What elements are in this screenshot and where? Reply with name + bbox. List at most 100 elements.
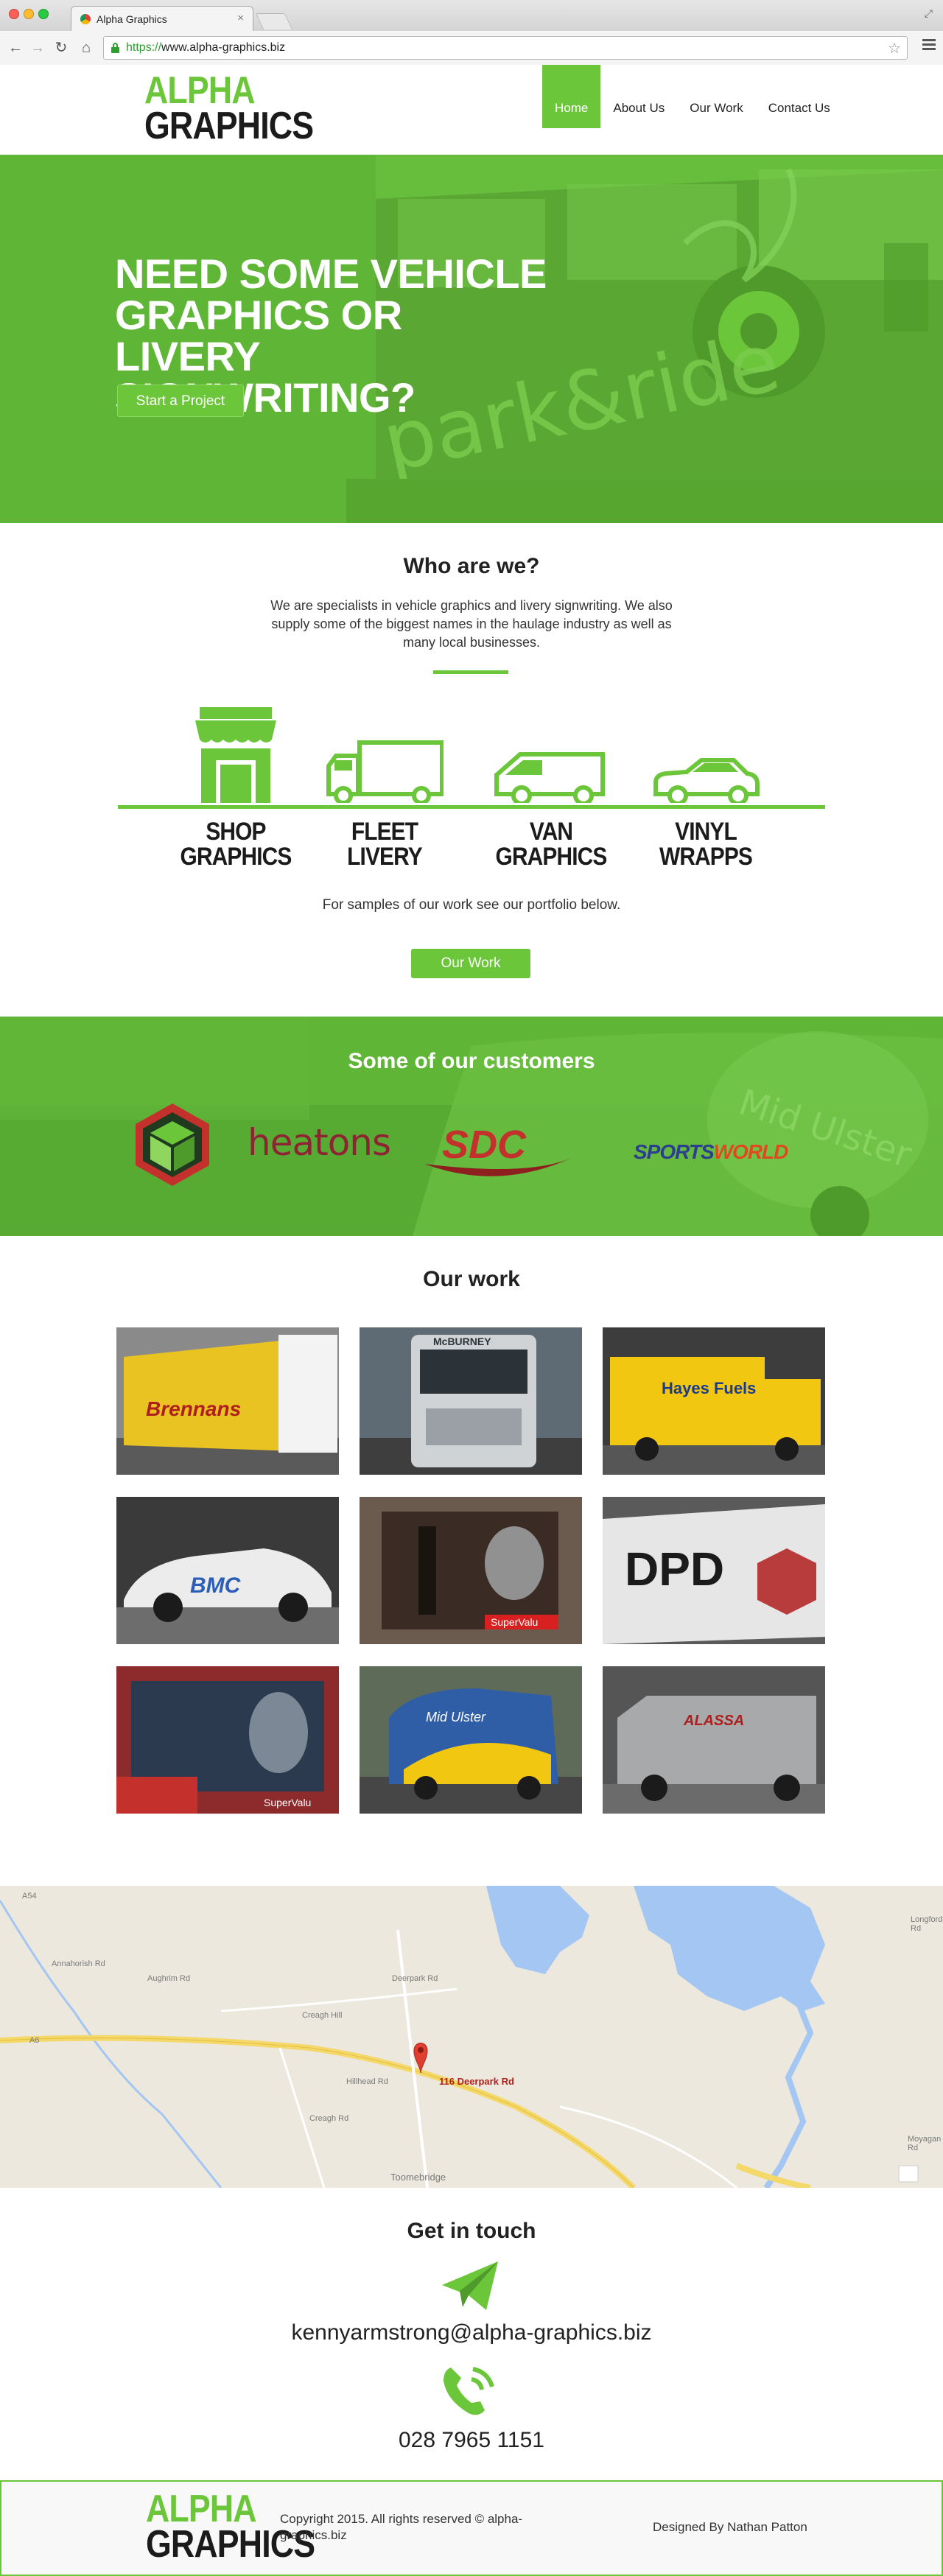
- site-header: ALPHA GRAPHICS Home About Us Our Work Co…: [0, 65, 943, 155]
- browser-chrome: Alpha Graphics × ⤢ ← → ↻ ⌂ https://www.a…: [0, 0, 943, 65]
- work-thumb-supervalu-window[interactable]: SuperValu: [116, 1666, 339, 1814]
- tab-close-icon[interactable]: ×: [237, 12, 244, 24]
- work-thumb-supervalu-wine[interactable]: SuperValu: [360, 1497, 582, 1644]
- map-address-label: 116 Deerpark Rd: [439, 2076, 514, 2087]
- service-label: VINYL WRAPPS: [659, 818, 753, 871]
- address-bar[interactable]: https://www.alpha-graphics.biz ☆: [103, 36, 908, 60]
- contact-phone[interactable]: 028 7965 1151: [0, 2428, 943, 2453]
- work-thumb-bmc[interactable]: BMC: [116, 1497, 339, 1644]
- work-thumb-alassa[interactable]: ALASSA: [603, 1666, 825, 1814]
- nav-our-work[interactable]: Our Work: [677, 65, 755, 128]
- start-project-button[interactable]: Start a Project: [117, 385, 244, 417]
- logo-line-1: ALPHA: [144, 69, 256, 112]
- car-icon: [653, 758, 760, 803]
- hero-banner: park&ride NEED SOME VEHICLE GRAPHICS OR …: [0, 155, 943, 523]
- nav-about-us[interactable]: About Us: [600, 65, 677, 128]
- nav-home[interactable]: Home: [542, 65, 601, 128]
- services-row: SHOP GRAPHICS FLEET LIVERY VAN GRAPHICS VIN…: [118, 707, 825, 869]
- map-place: Annahorish Rd: [52, 1959, 105, 1968]
- service-label: VAN GRAPHICS: [495, 818, 608, 871]
- map-place: Aughrim Rd: [147, 1974, 191, 1983]
- who-title: Who are we?: [403, 554, 540, 578]
- service-fleet-livery: FLEET LIVERY: [311, 707, 458, 869]
- new-tab-button[interactable]: [255, 13, 293, 29]
- who-text: We are specialists in vehicle graphics a…: [270, 598, 673, 650]
- fullscreen-icon[interactable]: ⤢: [925, 7, 933, 20]
- service-label: SHOP GRAPHICS: [180, 818, 292, 871]
- sdc-logo: SDC: [424, 1123, 575, 1176]
- svg-text:Mid Ulster: Mid Ulster: [426, 1710, 486, 1724]
- heatons-logo: heatons: [248, 1121, 391, 1164]
- map-place: Creagh Rd: [309, 2114, 349, 2123]
- url-host: www.alpha-graphics.biz: [161, 41, 286, 54]
- designed-by-text: Designed By Nathan Patton: [653, 2520, 807, 2534]
- svg-text:ALASSA: ALASSA: [683, 1713, 744, 1729]
- svg-text:McBURNEY: McBURNEY: [433, 1336, 491, 1347]
- truck-icon: [326, 740, 444, 803]
- star-icon[interactable]: ☆: [888, 39, 901, 57]
- map-place: Longford Rd: [911, 1915, 943, 1933]
- work-thumb-mcburney[interactable]: McBURNEY: [360, 1327, 582, 1475]
- back-icon[interactable]: ←: [6, 38, 25, 57]
- favicon-icon: [80, 14, 91, 24]
- url-scheme: https://: [126, 41, 162, 54]
- tab-title: Alpha Graphics: [97, 13, 167, 25]
- site-footer: ALPHA GRAPHICS Copyright 2015. All right…: [0, 2480, 943, 2576]
- sportsworld-logo: SPORTSWORLD: [634, 1140, 788, 1163]
- contact-title: Get in touch: [407, 2219, 536, 2243]
- map-place: Creagh Hill: [302, 2011, 343, 2020]
- menu-icon[interactable]: [922, 39, 936, 51]
- home-icon[interactable]: ⌂: [77, 38, 96, 57]
- customers-section: Mid Ulster Some of our customers heatons…: [0, 1017, 943, 1236]
- service-vinyl-wrapps: VINYL WRAPPS: [632, 707, 779, 869]
- our-work-button[interactable]: Our Work: [411, 949, 530, 978]
- work-title: Our work: [423, 1267, 520, 1291]
- svg-text:Hayes Fuels: Hayes Fuels: [662, 1379, 756, 1397]
- browser-toolbar: ← → ↻ ⌂ https://www.alpha-graphics.biz ☆: [0, 31, 943, 65]
- map-place: Hillhead Rd: [346, 2077, 388, 2086]
- svg-text:SDC: SDC: [442, 1123, 527, 1167]
- tab-strip: Alpha Graphics × ⤢: [0, 0, 943, 31]
- van-icon: [494, 752, 605, 803]
- url-text[interactable]: https://www.alpha-graphics.biz: [126, 41, 285, 55]
- phone-icon: [444, 2367, 494, 2415]
- zoom-window-button[interactable]: [38, 9, 49, 19]
- map-place: Deerpark Rd: [392, 1974, 438, 1983]
- svg-text:DPD: DPD: [625, 1543, 724, 1596]
- minimize-window-button[interactable]: [24, 9, 34, 19]
- section-divider: [433, 670, 508, 674]
- lock-icon: [111, 43, 119, 53]
- map-canvas: [0, 1886, 943, 2188]
- shop-icon: [195, 707, 276, 803]
- service-van-graphics: VAN GRAPHICS: [477, 707, 625, 869]
- box-logo-icon: [136, 1103, 209, 1186]
- map-place: Toomebridge: [390, 2172, 446, 2183]
- nav-contact-us[interactable]: Contact Us: [756, 65, 843, 128]
- contact-email[interactable]: kennyarmstrong@alpha-graphics.biz: [0, 2320, 943, 2345]
- copyright-text: Copyright 2015. All rights reserved © al…: [280, 2512, 523, 2542]
- service-label: FLEET LIVERY: [347, 818, 423, 871]
- paper-plane-icon: [442, 2261, 498, 2310]
- reload-icon[interactable]: ↻: [52, 38, 71, 57]
- svg-text:Brennans: Brennans: [146, 1397, 241, 1420]
- main-nav: Home About Us Our Work Contact Us: [542, 65, 843, 128]
- services-baseline: [118, 805, 825, 809]
- map-place: A54: [22, 1892, 37, 1901]
- work-thumb-hayes-fuels[interactable]: Hayes Fuels: [603, 1327, 825, 1475]
- work-thumb-dpd[interactable]: DPD: [603, 1497, 825, 1644]
- site-logo[interactable]: ALPHA GRAPHICS: [144, 69, 340, 145]
- svg-text:SuperValu: SuperValu: [491, 1616, 538, 1628]
- samples-text: For samples of our work see our portfoli…: [322, 897, 621, 913]
- forward-icon[interactable]: →: [28, 38, 47, 57]
- work-thumb-mid-ulster[interactable]: Mid Ulster: [360, 1666, 582, 1814]
- location-map[interactable]: Toomebridge Creagh Hill Deerpark Rd Hill…: [0, 1886, 943, 2188]
- svg-text:SuperValu: SuperValu: [264, 1797, 311, 1808]
- map-place: A6: [29, 2036, 40, 2045]
- service-shop-graphics: SHOP GRAPHICS: [162, 707, 309, 869]
- work-thumb-brennans[interactable]: Brennans: [116, 1327, 339, 1475]
- customers-title: Some of our customers: [348, 1049, 595, 1073]
- browser-tab[interactable]: Alpha Graphics ×: [71, 6, 253, 31]
- svg-text:BMC: BMC: [190, 1573, 242, 1598]
- map-place: Moyagan Rd: [908, 2135, 942, 2152]
- close-window-button[interactable]: [9, 9, 19, 19]
